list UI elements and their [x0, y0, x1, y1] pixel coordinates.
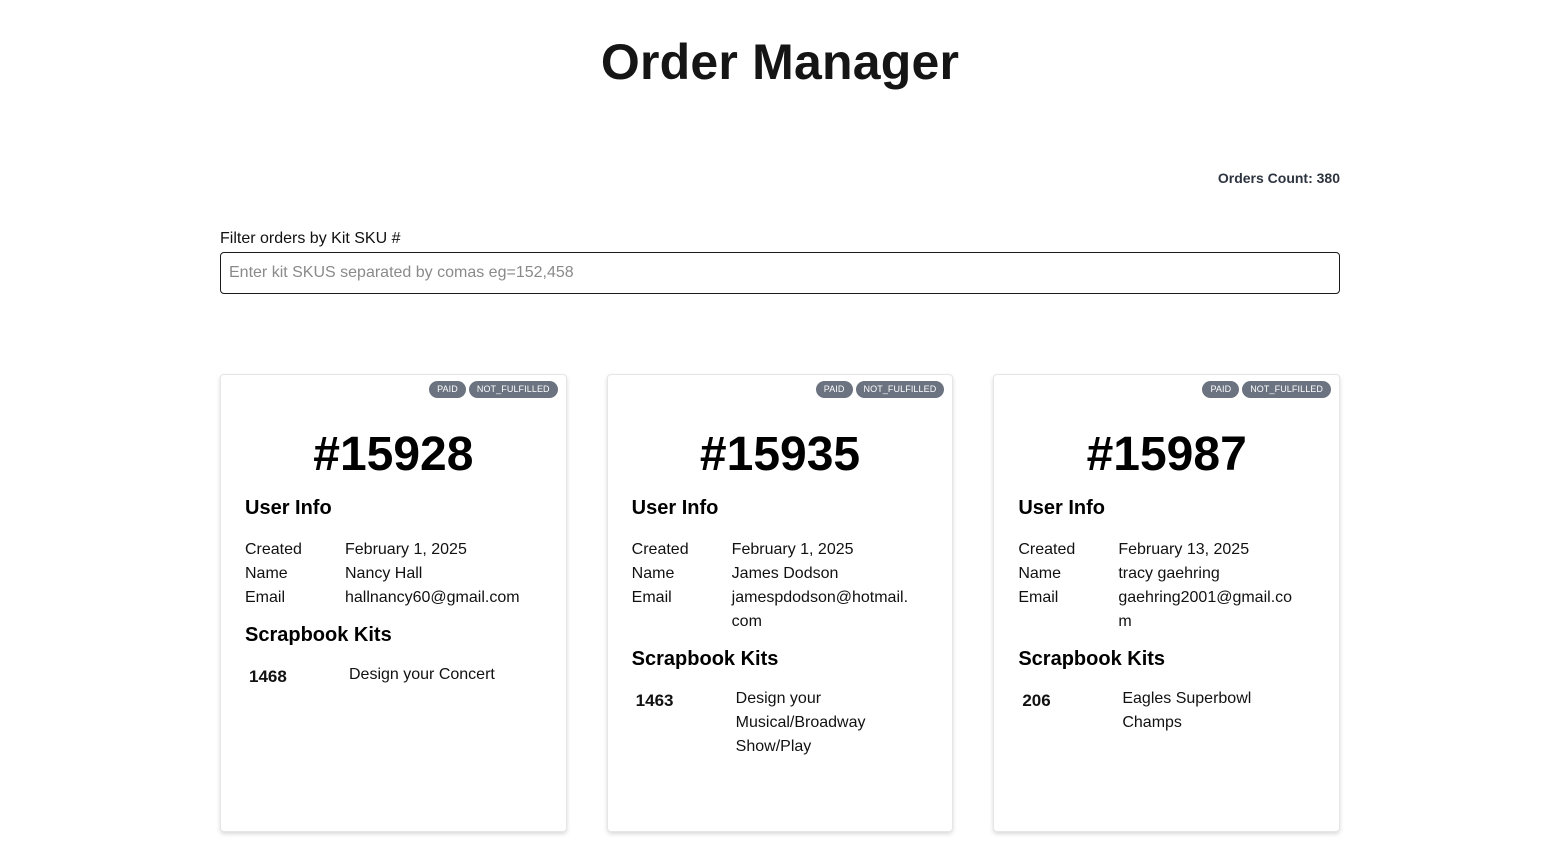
kit-sku-filter-input[interactable] — [220, 252, 1340, 294]
created-value: February 13, 2025 — [1118, 541, 1250, 558]
orders-list: PAID NOT_FULFILLED #15928 User Info Crea… — [220, 374, 1341, 832]
email-value: gaehring2001@gmail.com — [1118, 589, 1293, 630]
kit-name: Eagles Superbowl Champs — [1122, 690, 1252, 731]
status-badge-paid: PAID — [815, 381, 853, 398]
kit-name: Design your Concert — [349, 666, 495, 683]
email-label: Email — [1018, 589, 1059, 606]
orders-count: Orders Count: 380 — [1217, 170, 1340, 186]
kits-table: 1468 Design your Concert — [245, 663, 513, 689]
email-label: Email — [245, 589, 286, 606]
name-label: Name — [1018, 565, 1062, 582]
created-value: February 1, 2025 — [731, 541, 854, 558]
name-row: Name Nancy Hall — [245, 562, 527, 586]
status-badge-paid: PAID — [1202, 381, 1240, 398]
created-label: Created — [245, 541, 302, 558]
user-info-table: Created February 1, 2025 Name Nancy Hall… — [245, 538, 527, 610]
created-row: Created February 1, 2025 — [245, 538, 527, 562]
scrapbook-kits-heading: Scrapbook Kits — [631, 648, 779, 670]
kit-sku: 206 — [1022, 691, 1051, 710]
status-badges: PAID NOT_FULFILLED — [429, 381, 558, 398]
scrapbook-kits-heading: Scrapbook Kits — [245, 624, 392, 646]
kit-sku: 1468 — [249, 667, 287, 686]
kit-row: 1468 Design your Concert — [245, 663, 513, 689]
page-title: Order Manager — [600, 34, 960, 90]
status-badges: PAID NOT_FULFILLED — [815, 381, 945, 398]
kits-table: 1463 Design your Musical/Broadway Show/P… — [632, 687, 900, 759]
user-info-heading: User Info — [245, 497, 332, 519]
name-label: Name — [245, 565, 288, 582]
kit-row: 1463 Design your Musical/Broadway Show/P… — [632, 687, 900, 759]
kit-row: 206 Eagles Superbowl Champs — [1018, 687, 1286, 735]
name-value: James Dodson — [731, 565, 839, 582]
email-label: Email — [631, 589, 672, 606]
user-info-heading: User Info — [631, 497, 719, 519]
kit-name: Design your Musical/Broadway Show/Play — [735, 690, 866, 755]
kits-table: 206 Eagles Superbowl Champs — [1018, 687, 1286, 735]
created-label: Created — [1018, 541, 1076, 558]
created-row: Created February 13, 2025 — [1018, 538, 1300, 562]
user-info-heading: User Info — [1018, 497, 1106, 519]
name-label: Name — [631, 565, 675, 582]
email-value: jamespdodson@hotmail.com — [731, 589, 909, 630]
email-row: Email gaehring2001@gmail.com — [1018, 586, 1300, 634]
name-value: Nancy Hall — [345, 565, 423, 582]
status-badge-fulfillment: NOT_FULFILLED — [1242, 381, 1332, 398]
email-value: hallnancy60@gmail.com — [345, 589, 520, 606]
kit-sku: 1463 — [635, 691, 674, 710]
name-value: tracy gaehring — [1118, 565, 1220, 582]
status-badge-paid: PAID — [429, 381, 466, 398]
order-card: PAID NOT_FULFILLED #15928 User Info Crea… — [220, 374, 567, 832]
status-badge-fulfillment: NOT_FULFILLED — [855, 381, 945, 398]
scrapbook-kits-heading: Scrapbook Kits — [1018, 648, 1166, 670]
order-card: PAID NOT_FULFILLED #15935 User Info Crea… — [606, 374, 954, 832]
created-value: February 1, 2025 — [345, 541, 467, 558]
name-row: Name tracy gaehring — [1018, 562, 1300, 586]
email-row: Email jamespdodson@hotmail.com — [632, 586, 914, 634]
created-row: Created February 1, 2025 — [632, 538, 914, 562]
status-badge-fulfillment: NOT_FULFILLED — [468, 381, 558, 398]
email-row: Email hallnancy60@gmail.com — [245, 586, 527, 610]
created-label: Created — [631, 541, 689, 558]
status-badges: PAID NOT_FULFILLED — [1202, 381, 1332, 398]
user-info-table: Created February 13, 2025 Name tracy gae… — [1018, 538, 1300, 634]
filter-label: Filter orders by Kit SKU # — [220, 230, 401, 247]
order-manager-page: Order Manager Orders Count: 380 Filter o… — [0, 0, 1545, 851]
order-card: PAID NOT_FULFILLED #15987 User Info Crea… — [993, 374, 1341, 832]
user-info-table: Created February 1, 2025 Name James Dods… — [632, 538, 914, 634]
name-row: Name James Dodson — [632, 562, 914, 586]
